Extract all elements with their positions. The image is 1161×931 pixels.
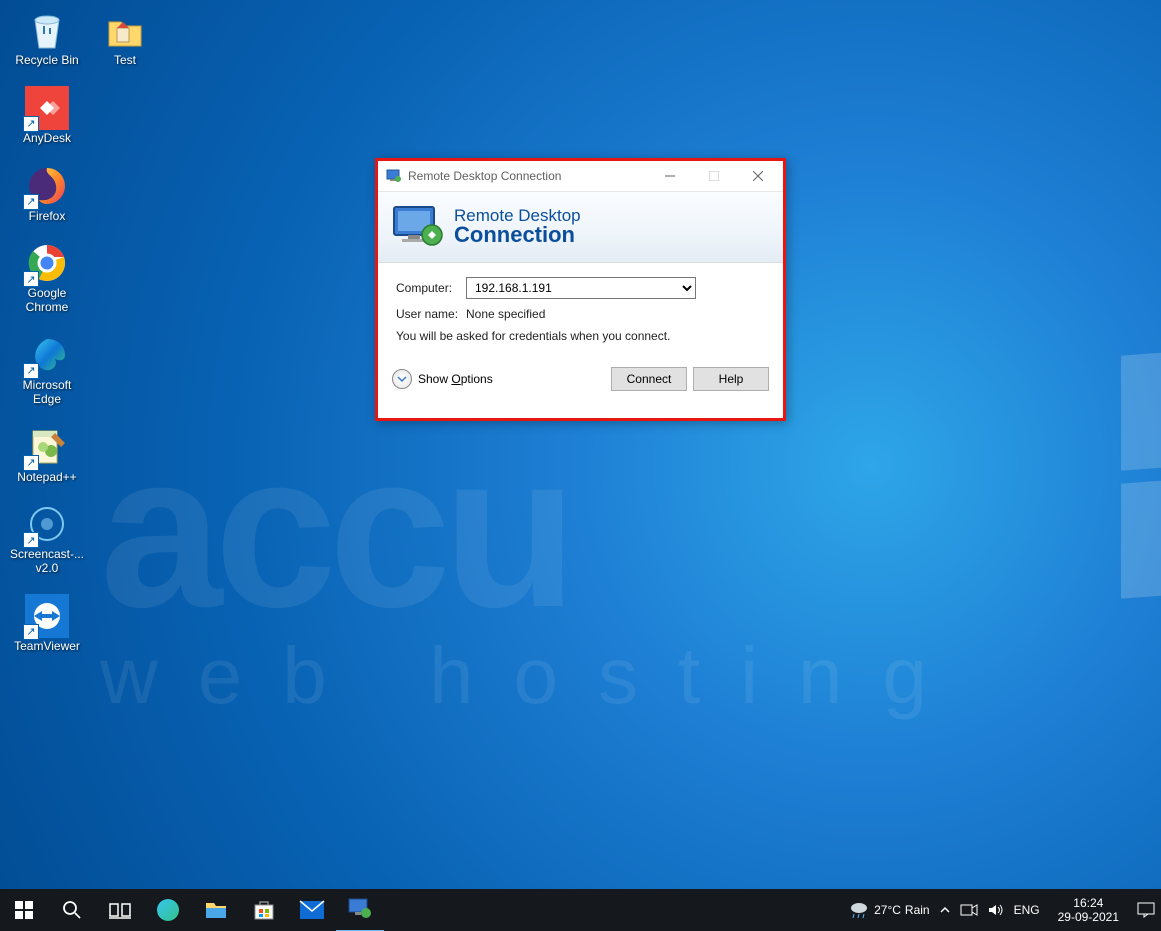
desktop-icon-test-folder[interactable]: Test: [86, 8, 164, 68]
desktop-icon-label: Google Chrome: [26, 287, 69, 315]
dialog-title: Remote Desktop Connection: [408, 169, 648, 183]
chevron-down-icon: [392, 369, 412, 389]
language-label: ENG: [1014, 903, 1040, 917]
edge-icon: ↗: [25, 333, 69, 377]
remote-desktop-connection-dialog: Remote Desktop Connection Remote Desktop…: [375, 158, 786, 421]
username-label: User name:: [396, 307, 466, 321]
desktop-icon-screencast[interactable]: ↗ Screencast-... v2.0: [8, 502, 86, 576]
desktop-icon-label: TeamViewer: [14, 640, 80, 654]
desktop-icon-label: Test: [114, 54, 136, 68]
chrome-icon: ↗: [25, 241, 69, 285]
recycle-bin-icon: [25, 8, 69, 52]
dialog-titlebar[interactable]: Remote Desktop Connection: [378, 161, 783, 192]
desktop-icon-label: Recycle Bin: [15, 54, 78, 68]
show-options-toggle[interactable]: Show Options: [392, 369, 605, 389]
desktop-icon-notepadpp[interactable]: ↗ Notepad++: [8, 425, 86, 485]
rdc-titlebar-icon: [386, 168, 402, 184]
computer-input[interactable]: 192.168.1.191: [466, 277, 696, 299]
shortcut-arrow-icon: ↗: [23, 116, 39, 132]
dialog-body: Computer: 192.168.1.191 User name: None …: [378, 263, 783, 367]
weather-condition: Rain: [905, 903, 930, 917]
shortcut-arrow-icon: ↗: [23, 194, 39, 210]
tray-meet-now[interactable]: [960, 903, 978, 917]
username-value: None specified: [466, 307, 765, 321]
weather-temp: 27°C: [874, 903, 901, 917]
taskbar-app-edge[interactable]: [144, 889, 192, 931]
rdc-monitor-icon: [392, 205, 444, 249]
desktop-icon-label: Screencast-... v2.0: [10, 548, 84, 576]
banner-line-2: Connection: [454, 222, 581, 248]
shortcut-arrow-icon: ↗: [23, 271, 39, 287]
window-maximize-button[interactable]: [692, 162, 736, 190]
system-tray: 27°C Rain ENG 16:24 29-09-2021: [842, 896, 1161, 925]
tray-overflow-button[interactable]: [940, 905, 950, 915]
action-center-icon: [1137, 902, 1155, 918]
folder-icon: [103, 8, 147, 52]
task-view-icon: [109, 901, 131, 919]
tray-clock[interactable]: 16:24 29-09-2021: [1050, 896, 1127, 925]
firefox-icon: ↗: [25, 164, 69, 208]
tray-volume[interactable]: [988, 903, 1004, 917]
shortcut-arrow-icon: ↗: [23, 363, 39, 379]
desktop-icon-label: Notepad++: [17, 471, 76, 485]
task-view-button[interactable]: [96, 889, 144, 931]
show-options-label: Show Options: [418, 372, 493, 386]
clock-time: 16:24: [1058, 896, 1119, 910]
desktop[interactable]: accu web hosting Recycle Bin Test ↗: [0, 0, 1161, 931]
computer-label: Computer:: [396, 281, 466, 295]
shortcut-arrow-icon: ↗: [23, 624, 39, 640]
window-minimize-button[interactable]: [648, 162, 692, 190]
dialog-banner: Remote Desktop Connection: [378, 192, 783, 263]
taskbar-app-store[interactable]: [240, 889, 288, 931]
desktop-icon-label: AnyDesk: [23, 132, 71, 146]
desktop-icon-teamviewer[interactable]: ↗ TeamViewer: [8, 594, 86, 654]
search-icon: [62, 900, 82, 920]
desktop-icon-anydesk[interactable]: ↗ AnyDesk: [8, 86, 86, 146]
meet-now-icon: [960, 903, 978, 917]
volume-icon: [988, 903, 1004, 917]
taskbar: 27°C Rain ENG 16:24 29-09-2021: [0, 889, 1161, 931]
desktop-icon-chrome[interactable]: ↗ Google Chrome: [8, 241, 86, 315]
desktop-icon-recycle-bin[interactable]: Recycle Bin: [8, 8, 86, 68]
rdc-icon: [347, 897, 373, 921]
credentials-hint: You will be asked for credentials when y…: [396, 329, 765, 343]
taskbar-app-rdc[interactable]: [336, 888, 384, 931]
screencast-icon: ↗: [25, 502, 69, 546]
desktop-icon-firefox[interactable]: ↗ Firefox: [8, 164, 86, 224]
shortcut-arrow-icon: ↗: [23, 455, 39, 471]
window-close-button[interactable]: [736, 162, 780, 190]
windows-start-icon: [15, 901, 33, 919]
tray-action-center[interactable]: [1137, 902, 1155, 918]
taskbar-app-mail[interactable]: [288, 889, 336, 931]
connect-button[interactable]: Connect: [611, 367, 687, 391]
tray-language[interactable]: ENG: [1014, 903, 1040, 917]
desktop-icons-column: Recycle Bin Test ↗ AnyDesk ↗ Firefox: [8, 8, 164, 654]
dialog-actions: Show Options Connect Help: [378, 367, 783, 401]
shortcut-arrow-icon: ↗: [23, 532, 39, 548]
start-button[interactable]: [0, 889, 48, 931]
teamviewer-icon: ↗: [25, 594, 69, 638]
weather-icon: [848, 900, 870, 920]
mail-icon: [299, 900, 325, 920]
watermark-text: accu web hosting: [100, 420, 967, 722]
notepadpp-icon: ↗: [25, 425, 69, 469]
taskbar-app-explorer[interactable]: [192, 889, 240, 931]
desktop-icon-label: Microsoft Edge: [23, 379, 72, 407]
store-icon: [252, 898, 276, 922]
desktop-icon-label: Firefox: [29, 210, 66, 224]
anydesk-icon: ↗: [25, 86, 69, 130]
file-explorer-icon: [204, 899, 228, 921]
weather-widget[interactable]: 27°C Rain: [848, 900, 930, 920]
desktop-icon-edge[interactable]: ↗ Microsoft Edge: [8, 333, 86, 407]
edge-icon: [155, 897, 181, 923]
clock-date: 29-09-2021: [1058, 910, 1119, 924]
chevron-up-icon: [940, 905, 950, 915]
help-button[interactable]: Help: [693, 367, 769, 391]
taskbar-search-button[interactable]: [48, 889, 96, 931]
